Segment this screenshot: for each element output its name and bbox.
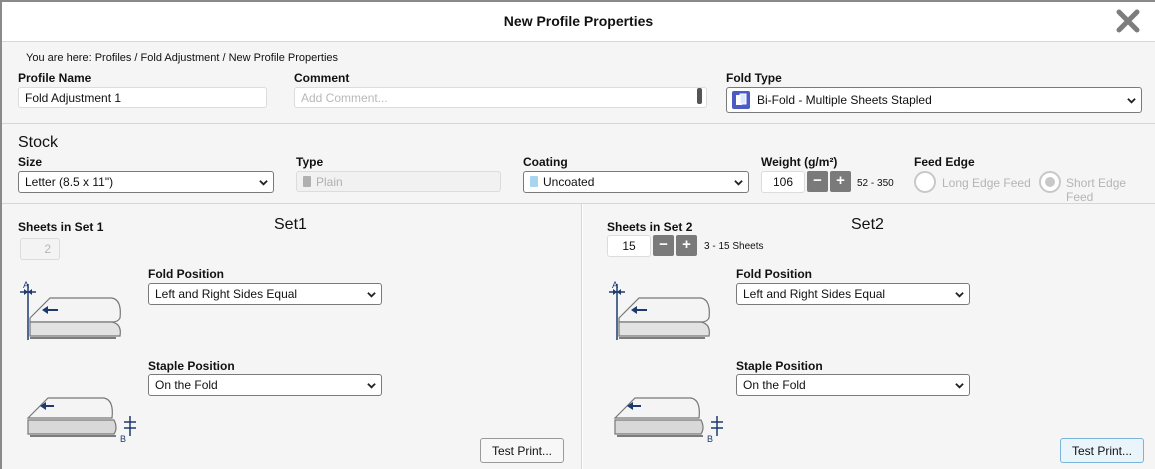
long-edge-feed-label: Long Edge Feed	[942, 176, 1031, 190]
type-swatch	[303, 176, 311, 187]
fold-type-value: Bi-Fold - Multiple Sheets Stapled	[757, 93, 932, 107]
bi-fold-stapled-icon	[732, 91, 750, 109]
sheets-in-set1-input: 2	[20, 238, 60, 260]
coating-label: Coating	[523, 155, 568, 169]
profile-panel: You are here: Profiles / Fold Adjustment…	[2, 42, 1155, 124]
size-select[interactable]: Letter (8.5 x 11")	[18, 171, 274, 193]
fold-type-label: Fold Type	[726, 71, 782, 85]
type-value: Plain	[316, 175, 343, 189]
dialog-title: New Profile Properties	[503, 13, 654, 29]
test-print-button-set2[interactable]: Test Print...	[1060, 438, 1144, 463]
chevron-down-icon	[955, 383, 964, 389]
weight-decrement-button[interactable]: −	[807, 171, 828, 192]
feed-edge-label: Feed Edge	[914, 155, 975, 169]
chevron-down-icon	[955, 292, 964, 298]
staple-position-diagram-icon: B	[613, 397, 723, 444]
chevron-down-icon	[1127, 98, 1136, 104]
chevron-down-icon	[367, 383, 376, 389]
type-label: Type	[296, 155, 324, 169]
weight-increment-button[interactable]: +	[830, 171, 851, 192]
fold-position-diagram-icon: A	[609, 280, 710, 340]
short-edge-feed-label: Short Edge Feed	[1066, 176, 1127, 204]
stock-panel: Stock Size Letter (8.5 x 11") Type Plain…	[2, 124, 1155, 204]
chevron-down-icon	[259, 180, 268, 186]
diagram-label-b: B	[120, 434, 126, 444]
fold-position-label: Fold Position	[736, 267, 812, 281]
test-print-button-set1[interactable]: Test Print...	[480, 438, 564, 463]
set2-panel: Sheets in Set 2 Set2 15 − + 3 - 15 Sheet…	[583, 204, 1155, 469]
set2-title: Set2	[851, 216, 884, 233]
sheets-in-set1-label: Sheets in Set 1	[18, 220, 104, 234]
weight-input[interactable]: 106	[761, 171, 805, 193]
staple-position-label: Staple Position	[736, 359, 823, 373]
comment-scrollbar[interactable]	[697, 88, 702, 104]
sheets-decrement-button[interactable]: −	[653, 235, 674, 256]
sheets-in-set2-label: Sheets in Set 2	[607, 220, 693, 234]
title-bar: New Profile Properties	[2, 2, 1155, 42]
stock-title: Stock	[18, 134, 59, 151]
fold-position-value: Left and Right Sides Equal	[743, 287, 886, 301]
staple-position-value: On the Fold	[155, 378, 218, 392]
staple-position-select[interactable]: On the Fold	[736, 374, 970, 396]
comment-label: Comment	[294, 71, 350, 85]
staple-position-value: On the Fold	[743, 378, 806, 392]
diagram-label-a: A	[612, 280, 618, 290]
staple-position-select[interactable]: On the Fold	[148, 374, 382, 396]
staple-position-label: Staple Position	[148, 359, 235, 373]
staple-position-diagram-icon: B	[26, 397, 136, 444]
profile-name-label: Profile Name	[18, 71, 92, 85]
fold-position-value: Left and Right Sides Equal	[155, 287, 298, 301]
fold-type-select[interactable]: Bi-Fold - Multiple Sheets Stapled	[726, 87, 1142, 113]
fold-position-label: Fold Position	[148, 267, 224, 281]
radio-selected-dot	[1045, 177, 1055, 187]
set1-panel: Sheets in Set 1 Set1 2 Fold Position Lef…	[2, 204, 582, 469]
set1-title: Set1	[274, 216, 307, 233]
sheets-range: 3 - 15 Sheets	[704, 241, 764, 252]
fold-position-diagram-icon: A	[20, 280, 121, 340]
short-edge-feed-radio[interactable]	[1039, 171, 1061, 193]
fold-position-select[interactable]: Left and Right Sides Equal	[736, 283, 970, 305]
breadcrumb: You are here: Profiles / Fold Adjustment…	[26, 52, 339, 64]
long-edge-feed-radio[interactable]	[914, 171, 936, 193]
coating-value: Uncoated	[543, 175, 595, 189]
coating-select[interactable]: Uncoated	[523, 171, 749, 193]
diagram-label-a: A	[23, 280, 29, 290]
sheets-increment-button[interactable]: +	[676, 235, 697, 256]
weight-label: Weight (g/m²)	[761, 155, 838, 169]
close-icon[interactable]	[1115, 8, 1141, 34]
size-label: Size	[18, 155, 43, 169]
size-value: Letter (8.5 x 11")	[25, 175, 114, 189]
diagram-label-b: B	[707, 434, 713, 444]
type-field: Plain	[296, 171, 501, 192]
coating-swatch	[530, 176, 538, 187]
weight-range: 52 - 350	[857, 178, 894, 189]
chevron-down-icon	[734, 180, 743, 186]
sheets-in-set2-input[interactable]: 15	[607, 235, 651, 257]
chevron-down-icon	[367, 292, 376, 298]
profile-name-input[interactable]: Fold Adjustment 1	[18, 87, 267, 108]
comment-input[interactable]: Add Comment...	[294, 87, 707, 108]
fold-position-select[interactable]: Left and Right Sides Equal	[148, 283, 382, 305]
